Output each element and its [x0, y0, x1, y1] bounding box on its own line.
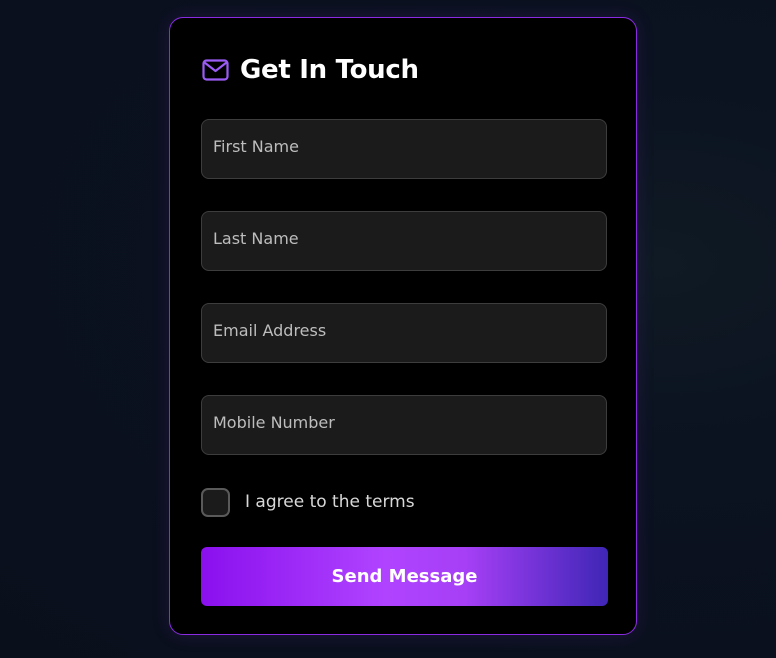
- terms-row: I agree to the terms: [201, 487, 415, 517]
- last-name-input[interactable]: [201, 211, 607, 271]
- email-input[interactable]: [201, 303, 607, 363]
- send-message-button[interactable]: Send Message: [201, 547, 608, 606]
- first-name-input[interactable]: [201, 119, 607, 179]
- card-header: Get In Touch: [202, 52, 419, 88]
- envelope-icon: [202, 59, 229, 81]
- terms-label[interactable]: I agree to the terms: [245, 492, 415, 512]
- terms-checkbox[interactable]: [201, 487, 230, 517]
- form-title: Get In Touch: [240, 55, 419, 85]
- mobile-number-input[interactable]: [201, 395, 607, 455]
- contact-card: Get In Touch I agree to the terms Send M…: [169, 17, 637, 635]
